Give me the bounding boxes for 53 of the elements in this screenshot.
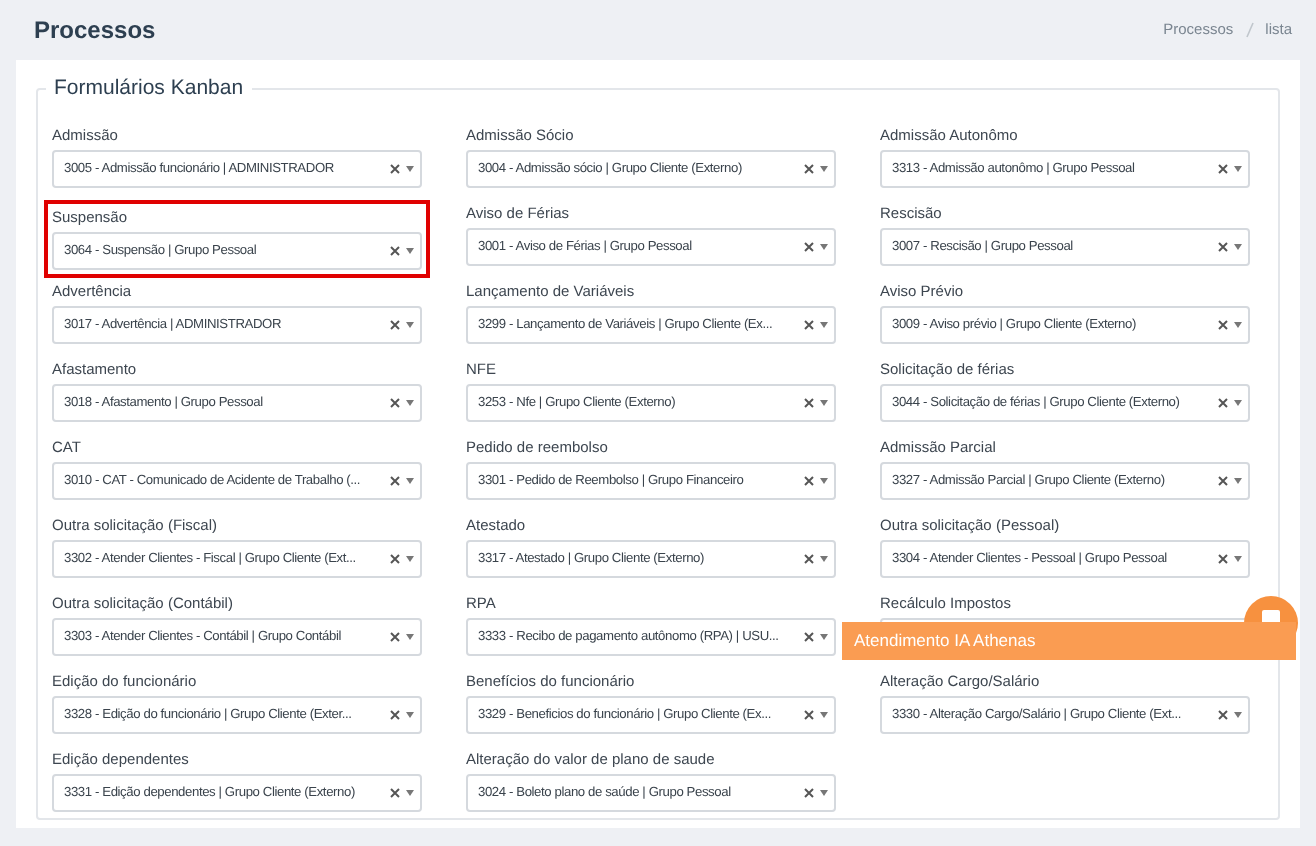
clear-icon[interactable]: [1218, 398, 1228, 408]
caret-icon: [820, 400, 828, 406]
clear-icon[interactable]: [804, 710, 814, 720]
caret-icon: [406, 248, 414, 254]
clear-icon[interactable]: [804, 242, 814, 252]
caret-icon: [406, 556, 414, 562]
clear-icon[interactable]: [1218, 710, 1228, 720]
caret-icon: [406, 322, 414, 328]
caret-icon: [406, 790, 414, 796]
clear-icon[interactable]: [804, 788, 814, 798]
caret-icon: [406, 400, 414, 406]
caret-icon: [820, 790, 828, 796]
clear-icon[interactable]: [804, 476, 814, 486]
clear-icon[interactable]: [804, 632, 814, 642]
clear-icon[interactable]: [390, 320, 400, 330]
caret-icon: [1234, 712, 1242, 718]
clear-icon[interactable]: [1218, 164, 1228, 174]
caret-icon: [820, 478, 828, 484]
clear-icon[interactable]: [390, 164, 400, 174]
clear-icon[interactable]: [1218, 242, 1228, 252]
caret-icon: [406, 634, 414, 640]
caret-icon: [820, 322, 828, 328]
clear-icon[interactable]: [1218, 476, 1228, 486]
caret-icon: [1234, 478, 1242, 484]
clear-icon[interactable]: [804, 554, 814, 564]
caret-icon: [820, 166, 828, 172]
clear-icon[interactable]: [390, 554, 400, 564]
clear-icon[interactable]: [804, 164, 814, 174]
caret-icon: [1234, 322, 1242, 328]
clear-icon[interactable]: [390, 710, 400, 720]
caret-icon: [1234, 556, 1242, 562]
clear-icon[interactable]: [804, 398, 814, 408]
caret-icon: [820, 712, 828, 718]
caret-icon: [1234, 166, 1242, 172]
clear-icon[interactable]: [804, 320, 814, 330]
clear-icon[interactable]: [390, 398, 400, 408]
caret-icon: [1234, 244, 1242, 250]
page-title: Processos: [34, 14, 156, 48]
clear-icon[interactable]: [1218, 554, 1228, 564]
breadcrumb-separator: [1241, 22, 1258, 38]
caret-icon: [406, 712, 414, 718]
clear-icon[interactable]: [390, 476, 400, 486]
caret-icon: [406, 166, 414, 172]
clear-icon[interactable]: [390, 246, 400, 256]
clear-icon[interactable]: [390, 632, 400, 642]
caret-icon: [820, 244, 828, 250]
chat-tooltip: Atendimento IA Athenas: [842, 622, 1296, 660]
caret-icon: [820, 556, 828, 562]
caret-icon: [820, 634, 828, 640]
clear-icon[interactable]: [1218, 320, 1228, 330]
caret-icon: [406, 478, 414, 484]
caret-icon: [1234, 400, 1242, 406]
clear-icon[interactable]: [390, 788, 400, 798]
